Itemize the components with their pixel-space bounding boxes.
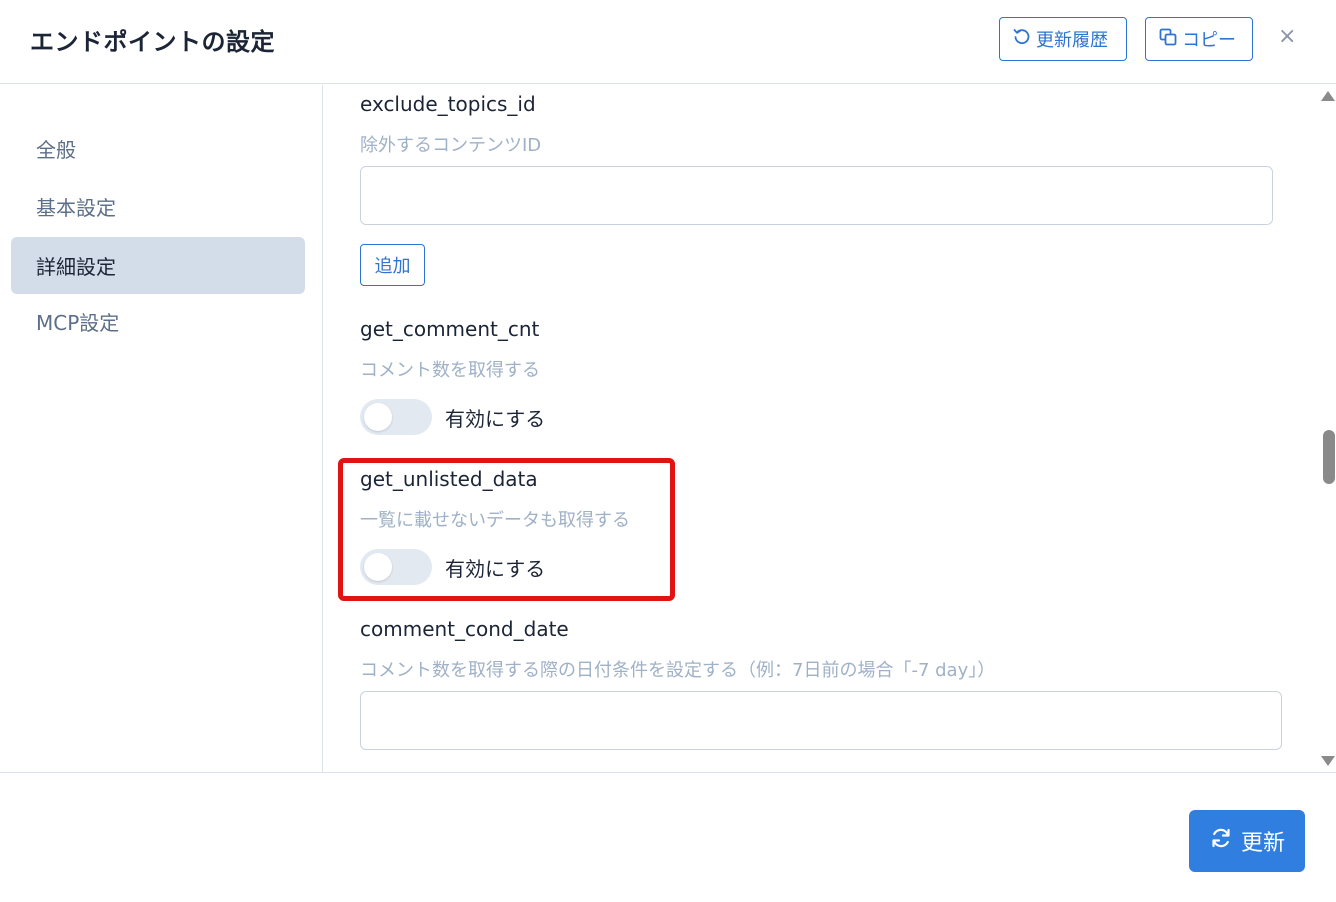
field-description-comment-cond-date: コメント数を取得する際の日付条件を設定する（例：7日前の場合「-7 day」） <box>360 660 996 681</box>
update-button[interactable]: 更新 <box>1189 810 1305 872</box>
settings-form: exclude_topics_id 除外するコンテンツID 追加 get_com… <box>324 85 1336 772</box>
exclude-topics-id-input[interactable] <box>360 166 1273 225</box>
sidebar-item-general[interactable]: 全般 <box>11 120 305 177</box>
history-button-label: 更新履歴 <box>1036 30 1108 51</box>
toggle-label: 有効にする <box>445 557 546 581</box>
history-icon <box>1012 27 1032 52</box>
copy-button[interactable]: コピー <box>1145 17 1253 61</box>
field-label-get-comment-cnt: get_comment_cnt <box>360 317 540 341</box>
field-description-get-comment-cnt: コメント数を取得する <box>360 360 540 381</box>
get-comment-cnt-toggle[interactable] <box>360 399 432 435</box>
scroll-down-arrow-icon[interactable] <box>1321 756 1335 766</box>
field-description-exclude-topics-id: 除外するコンテンツID <box>360 135 542 156</box>
toggle-knob <box>364 403 392 431</box>
history-button[interactable]: 更新履歴 <box>999 17 1127 61</box>
comment-cond-date-input[interactable] <box>360 691 1282 750</box>
scroll-up-arrow-icon[interactable] <box>1321 91 1335 101</box>
field-label-comment-cond-date: comment_cond_date <box>360 617 569 641</box>
copy-icon <box>1158 27 1178 52</box>
refresh-icon <box>1209 826 1233 856</box>
add-button[interactable]: 追加 <box>360 244 425 286</box>
field-label-get-unlisted-data: get_unlisted_data <box>360 467 538 491</box>
field-label-exclude-topics-id: exclude_topics_id <box>360 92 536 116</box>
dialog-header: エンドポイントの設定 更新履歴 コピー × <box>0 0 1336 84</box>
sidebar-item-mcp-settings[interactable]: MCP設定 <box>11 293 305 350</box>
sidebar-item-label: 全般 <box>36 138 76 162</box>
sidebar-item-label: 詳細設定 <box>36 255 116 279</box>
settings-sidebar: 全般 基本設定 詳細設定 MCP設定 <box>0 85 323 772</box>
dialog-footer: 更新 <box>0 772 1336 902</box>
scrollbar-thumb[interactable] <box>1323 430 1335 484</box>
toggle-label: 有効にする <box>445 407 546 431</box>
get-unlisted-data-toggle[interactable] <box>360 549 432 585</box>
sidebar-item-label: MCP設定 <box>36 311 120 335</box>
sidebar-item-advanced-settings[interactable]: 詳細設定 <box>11 237 305 294</box>
field-description-get-unlisted-data: 一覧に載せないデータも取得する <box>360 510 630 531</box>
page-title: エンドポイントの設定 <box>30 28 275 56</box>
sidebar-item-label: 基本設定 <box>36 196 116 220</box>
update-button-label: 更新 <box>1240 831 1285 856</box>
toggle-knob <box>364 553 392 581</box>
vertical-scrollbar[interactable] <box>1318 85 1336 772</box>
copy-button-label: コピー <box>1182 30 1236 51</box>
close-icon[interactable]: × <box>1278 26 1296 48</box>
sidebar-item-basic-settings[interactable]: 基本設定 <box>11 178 305 235</box>
